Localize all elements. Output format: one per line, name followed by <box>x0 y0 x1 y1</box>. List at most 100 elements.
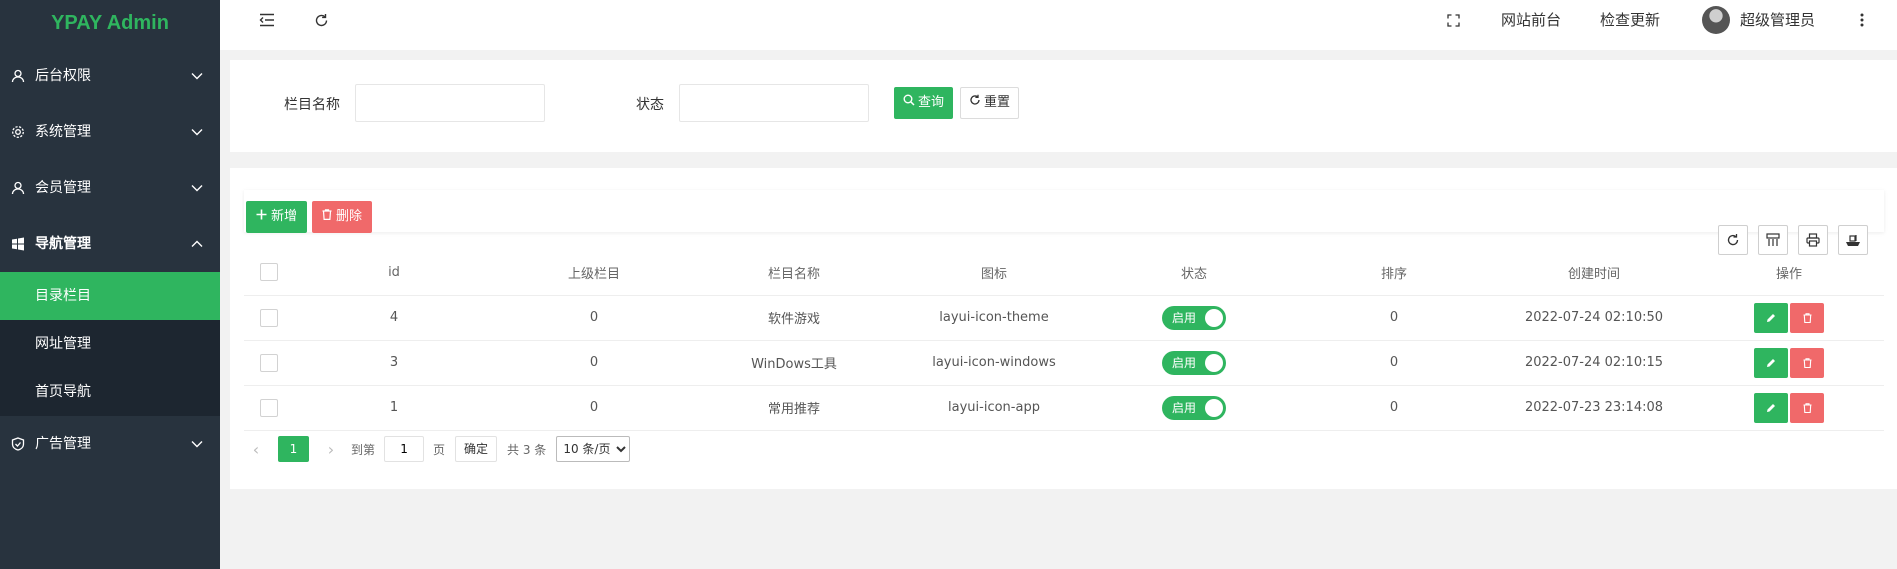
select-all-cell <box>244 250 294 296</box>
edit-button[interactable] <box>1754 392 1788 423</box>
sidebar-item-urls[interactable]: 网址管理 <box>0 320 220 368</box>
site-front-link[interactable]: 网站前台 <box>1501 0 1561 40</box>
refresh-icon[interactable] <box>309 8 333 32</box>
check-update-link[interactable]: 检查更新 <box>1600 0 1660 40</box>
row-delete-button[interactable] <box>1790 302 1824 333</box>
status-filter-input[interactable] <box>679 84 869 122</box>
cell-sort: 0 <box>1294 385 1494 431</box>
sidebar-group-navigation[interactable]: 导航管理 <box>0 216 220 272</box>
chevron-down-icon <box>190 416 204 472</box>
reset-button[interactable]: 重置 <box>960 87 1020 119</box>
delete-button[interactable]: 删除 <box>312 201 373 233</box>
sidebar-group-label: 会员管理 <box>35 180 91 196</box>
fullscreen-icon[interactable] <box>1441 8 1465 32</box>
cell-status: 启用 <box>1094 340 1294 386</box>
cell-created: 2022-07-24 02:10:50 <box>1494 295 1694 341</box>
table-card: 新增 删除 id 上级栏目 栏目名称 图标 状态 排序 创建时间 操作 4 0 … <box>230 168 1897 489</box>
cell-actions <box>1694 385 1884 431</box>
col-header-created[interactable]: 创建时间 <box>1494 250 1694 296</box>
chevron-up-icon <box>190 216 204 272</box>
sidebar-submenu-navigation: 目录栏目 网址管理 首页导航 <box>0 272 220 416</box>
table-row: 3 0 WinDows工具 layui-icon-windows 启用 0 20… <box>244 340 1884 386</box>
search-form: 栏目名称 状态 查询 重置 <box>230 60 1897 152</box>
table-row: 4 0 软件游戏 layui-icon-theme 启用 0 2022-07-2… <box>244 295 1884 341</box>
prev-page-icon[interactable]: ‹ <box>244 440 268 459</box>
cell-icon: layui-icon-theme <box>894 295 1094 341</box>
windows-icon <box>10 216 26 272</box>
status-toggle[interactable]: 启用 <box>1162 350 1226 375</box>
row-select-cell <box>244 340 294 386</box>
user-icon <box>10 160 26 216</box>
sidebar-group-label: 导航管理 <box>35 236 91 252</box>
cell-actions <box>1694 340 1884 386</box>
status-toggle[interactable]: 启用 <box>1162 305 1226 330</box>
status-toggle-label: 启用 <box>1172 311 1197 325</box>
current-page[interactable]: 1 <box>278 436 309 462</box>
table-row: 1 0 常用推荐 layui-icon-app 启用 0 2022-07-23 … <box>244 385 1884 431</box>
goto-page-input[interactable] <box>384 436 425 462</box>
page-size-select[interactable]: 10 条/页 <box>556 436 631 462</box>
top-header: 网站前台 检查更新 超级管理员 <box>220 0 1897 50</box>
trash-icon <box>322 201 332 233</box>
col-header-sort[interactable]: 排序 <box>1294 250 1494 296</box>
col-header-name[interactable]: 栏目名称 <box>694 250 894 296</box>
sidebar-group-ads[interactable]: 广告管理 <box>0 416 220 472</box>
status-toggle[interactable]: 启用 <box>1162 395 1226 420</box>
name-filter-label: 栏目名称 <box>284 97 340 113</box>
user-menu[interactable]: 超级管理员 <box>1702 0 1815 40</box>
sidebar-group-label: 后台权限 <box>35 68 91 84</box>
sidebar-group-system[interactable]: 系统管理 <box>0 104 220 160</box>
col-header-icon[interactable]: 图标 <box>894 250 1094 296</box>
search-button-label: 查询 <box>918 95 945 110</box>
reset-button-label: 重置 <box>984 95 1011 110</box>
row-checkbox[interactable] <box>260 353 278 372</box>
add-button[interactable]: 新增 <box>246 201 308 233</box>
edit-button[interactable] <box>1754 302 1788 333</box>
cell-sort: 0 <box>1294 340 1494 386</box>
row-delete-button[interactable] <box>1790 347 1824 378</box>
row-delete-button[interactable] <box>1790 392 1824 423</box>
sidebar-item-directory[interactable]: 目录栏目 <box>0 272 220 320</box>
avatar <box>1702 6 1730 34</box>
col-header-actions: 操作 <box>1694 250 1884 296</box>
status-toggle-label: 启用 <box>1172 401 1197 415</box>
row-checkbox[interactable] <box>260 308 278 327</box>
cell-parent: 0 <box>494 295 694 341</box>
sidebar-item-home-nav[interactable]: 首页导航 <box>0 368 220 416</box>
pencil-icon <box>1767 358 1775 367</box>
toggle-knob <box>1205 353 1223 372</box>
edit-button[interactable] <box>1754 347 1788 378</box>
trash-icon <box>1803 312 1811 323</box>
select-all-checkbox[interactable] <box>260 263 278 282</box>
row-select-cell <box>244 295 294 341</box>
total-count: 共 3 条 <box>507 442 547 457</box>
search-button[interactable]: 查询 <box>894 87 954 119</box>
goto-confirm-button[interactable]: 确定 <box>455 436 498 462</box>
menu-fold-icon[interactable] <box>255 8 279 32</box>
name-filter-input[interactable] <box>355 84 545 122</box>
page-unit-label: 页 <box>433 442 446 457</box>
cell-created: 2022-07-23 23:14:08 <box>1494 385 1694 431</box>
status-filter-label: 状态 <box>636 97 664 113</box>
delete-button-label: 删除 <box>336 209 363 224</box>
sidebar-group-members[interactable]: 会员管理 <box>0 160 220 216</box>
trash-icon <box>1803 402 1811 413</box>
row-checkbox[interactable] <box>260 398 278 417</box>
pencil-icon <box>1767 403 1775 412</box>
cell-name: 常用推荐 <box>694 385 894 431</box>
col-header-parent[interactable]: 上级栏目 <box>494 250 694 296</box>
col-header-id[interactable]: id <box>294 250 494 296</box>
cell-status: 启用 <box>1094 385 1294 431</box>
cell-name: WinDows工具 <box>694 340 894 386</box>
sidebar-group-admin-permissions[interactable]: 后台权限 <box>0 48 220 104</box>
cell-actions <box>1694 295 1884 341</box>
col-header-status[interactable]: 状态 <box>1094 250 1294 296</box>
toggle-knob <box>1205 398 1223 417</box>
pagination: ‹ 1 › 到第 页 确定 共 3 条 10 条/页 <box>244 434 631 464</box>
row-select-cell <box>244 385 294 431</box>
more-vertical-icon[interactable] <box>1850 8 1874 32</box>
trash-icon <box>1803 357 1811 368</box>
goto-label: 到第 <box>351 442 376 457</box>
next-page-icon[interactable]: › <box>319 440 343 459</box>
cell-id: 1 <box>294 385 494 431</box>
